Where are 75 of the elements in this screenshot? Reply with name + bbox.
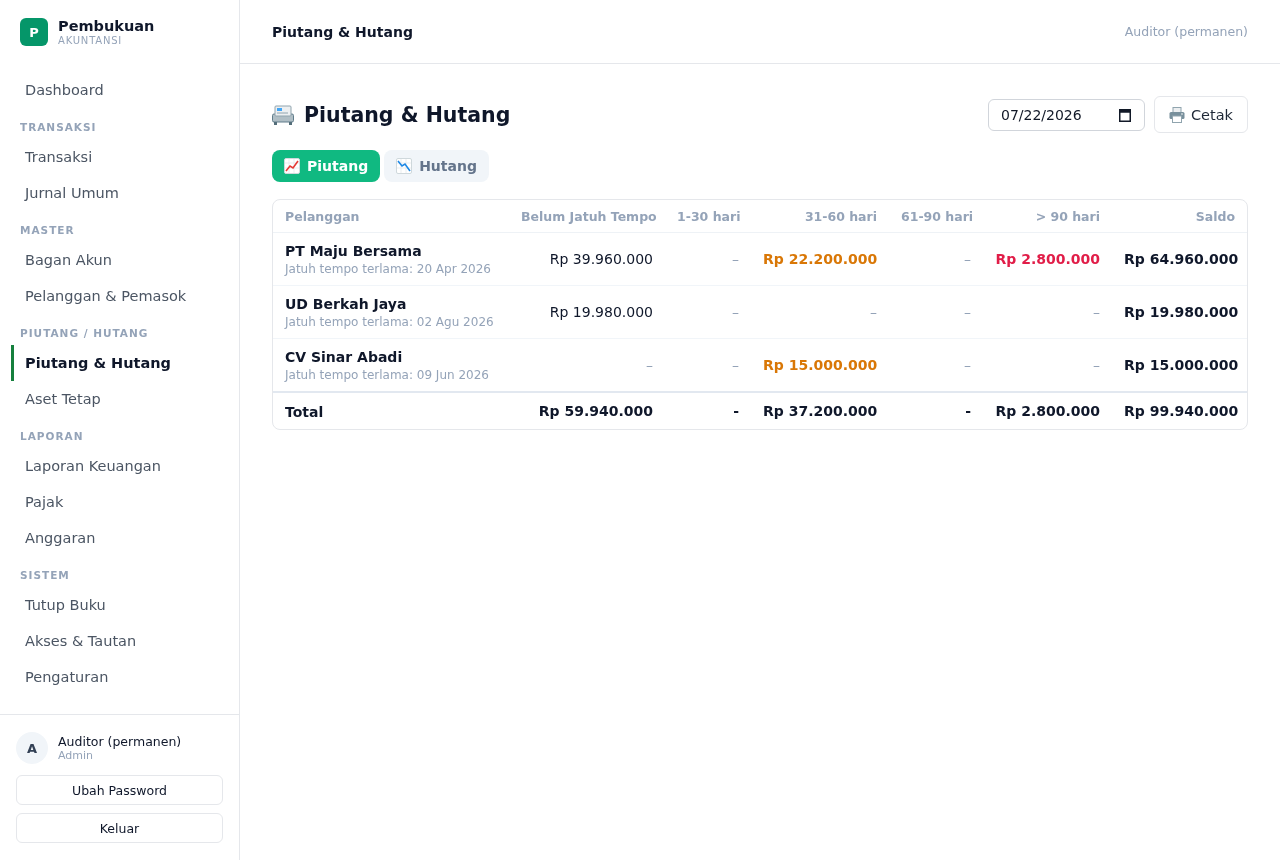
customer-name: CV Sinar Abadi bbox=[285, 347, 404, 366]
table-cell: Rp 39.960.000 bbox=[549, 251, 653, 267]
table-cell: Rp 2.800.000 bbox=[995, 251, 1100, 267]
date-field[interactable]: 07/22/2026 bbox=[988, 98, 1145, 131]
sidebar-item[interactable]: Tutup Buku bbox=[11, 587, 228, 623]
sidebar-item[interactable]: Piutang & Hutang bbox=[11, 345, 228, 381]
sidebar-item[interactable]: Aset Tetap bbox=[11, 381, 228, 417]
table-cell: Rp 59.940.000 bbox=[538, 403, 653, 419]
table-cell: Rp 22.200.000 bbox=[763, 251, 878, 267]
table-cell: Rp 64.960.000 bbox=[1124, 251, 1239, 267]
page-heading: Piutang & Hutang bbox=[272, 23, 413, 40]
sidebar-item[interactable]: Pelanggan & Pemasok bbox=[11, 278, 228, 314]
table-cell: - bbox=[965, 403, 971, 419]
user-label: Auditor (permanen) bbox=[1124, 24, 1248, 39]
column-header: 31-60 hari bbox=[751, 200, 889, 233]
tab[interactable]: Hutang bbox=[384, 150, 489, 182]
due-date-note: Jatuh tempo terlama: 09 Jun 2026 bbox=[285, 366, 490, 383]
table-cell: – bbox=[870, 304, 877, 320]
user-role: Admin bbox=[58, 749, 95, 762]
table-cell: – bbox=[646, 357, 653, 373]
nav-section-label: MASTER bbox=[19, 223, 76, 238]
table-cell: – bbox=[964, 357, 971, 373]
printer-icon bbox=[1169, 106, 1185, 123]
avatar: A bbox=[16, 732, 48, 764]
calendar-icon bbox=[1119, 107, 1131, 122]
column-header: Pelanggan bbox=[273, 200, 509, 233]
column-header: > 90 hari bbox=[983, 200, 1112, 233]
customer-name: UD Berkah Jaya bbox=[285, 294, 408, 313]
table-cell: – bbox=[964, 304, 971, 320]
column-header: 61-90 hari bbox=[889, 200, 983, 233]
nav-section-label: TRANSAKSI bbox=[19, 120, 98, 135]
app-logo: P bbox=[20, 18, 48, 46]
due-date-note: Jatuh tempo terlama: 02 Agu 2026 bbox=[285, 313, 495, 330]
nav-section-label: LAPORAN bbox=[19, 429, 85, 444]
sidebar-item[interactable]: Pengaturan bbox=[11, 659, 228, 695]
table-cell: Rp 15.000.000 bbox=[1124, 357, 1239, 373]
table-cell: – bbox=[732, 357, 739, 373]
customer-name: PT Maju Bersama bbox=[285, 241, 423, 260]
table-cell: - bbox=[733, 403, 739, 419]
table-cell: – bbox=[732, 251, 739, 267]
column-header: Saldo bbox=[1112, 200, 1247, 233]
nav-section-label: SISTEM bbox=[19, 568, 71, 583]
sidebar-item[interactable]: Bagan Akun bbox=[11, 242, 228, 278]
sidebar-item[interactable]: Anggaran bbox=[11, 520, 228, 556]
table-cell: Rp 99.940.000 bbox=[1124, 403, 1239, 419]
total-label: Total bbox=[285, 403, 324, 420]
change-password-button[interactable]: Ubah Password bbox=[16, 775, 223, 805]
card-index-icon bbox=[272, 104, 294, 125]
sidebar-item[interactable]: Laporan Keuangan bbox=[11, 448, 228, 484]
table-cell: Rp 37.200.000 bbox=[763, 403, 878, 419]
page-title: Piutang & Hutang bbox=[304, 102, 511, 127]
chart-down-icon bbox=[396, 158, 413, 174]
chart-up-icon bbox=[284, 158, 300, 174]
table-cell: – bbox=[964, 251, 971, 267]
table-cell: – bbox=[732, 304, 739, 320]
table-cell: – bbox=[1093, 357, 1100, 373]
table-cell: – bbox=[1093, 304, 1100, 320]
table-cell: Rp 2.800.000 bbox=[995, 403, 1100, 419]
sidebar-item[interactable]: Jurnal Umum bbox=[11, 175, 228, 211]
sidebar-item[interactable]: Dashboard bbox=[11, 72, 228, 108]
nav-section-label: PIUTANG / HUTANG bbox=[19, 326, 150, 341]
table-cell: Rp 19.980.000 bbox=[1124, 304, 1239, 320]
app-name: Pembukuan bbox=[58, 17, 155, 35]
app-tagline: AKUNTANSI bbox=[58, 34, 124, 47]
table-cell: Rp 19.980.000 bbox=[549, 304, 653, 320]
user-name: Auditor (permanen) bbox=[58, 734, 182, 749]
column-header: 1-30 hari bbox=[665, 200, 751, 233]
sidebar-item[interactable]: Transaksi bbox=[11, 139, 228, 175]
logout-button[interactable]: Keluar bbox=[16, 813, 223, 843]
sidebar-item[interactable]: Pajak bbox=[11, 484, 228, 520]
print-button[interactable]: Cetak bbox=[1154, 96, 1248, 133]
table-cell: Rp 15.000.000 bbox=[763, 357, 878, 373]
column-header: Belum Jatuh Tempo bbox=[509, 200, 665, 233]
sidebar-item[interactable]: Akses & Tautan bbox=[11, 623, 228, 659]
due-date-note: Jatuh tempo terlama: 20 Apr 2026 bbox=[285, 260, 492, 277]
